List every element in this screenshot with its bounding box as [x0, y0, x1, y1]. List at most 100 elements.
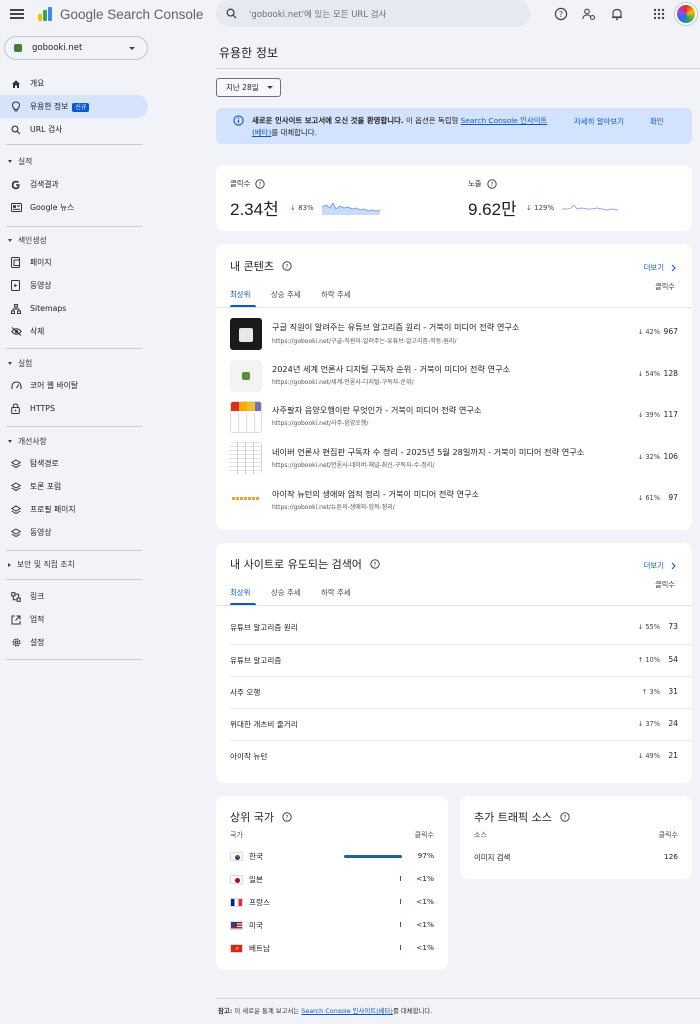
sidebar-item-links[interactable]: 링크 [0, 585, 148, 608]
svg-text:?: ? [285, 263, 288, 270]
sidebar-item-removals[interactable]: 삭제 [0, 320, 148, 343]
help-icon[interactable]: ? [560, 812, 570, 822]
content-clicks: 97 [668, 493, 678, 502]
clicks-share-bar [400, 945, 401, 950]
sidebar-item-settings[interactable]: 설정 [0, 631, 148, 654]
help-icon[interactable]: ? [282, 812, 292, 822]
content-title[interactable]: 2024년 세계 언론사 디지털 구독자 순위 - 거북이 미디어 전략 연구소 [272, 363, 510, 375]
tab-top[interactable]: 최상위 [230, 289, 250, 300]
clicks-column-header: 클릭수 [658, 831, 678, 839]
content-card-title: 내 콘텐츠 ? [230, 258, 292, 274]
sidebar-item-https[interactable]: HTTPS [0, 397, 148, 420]
tab-falling[interactable]: 하락 추세 [321, 289, 351, 300]
arrow-down-icon: ↓ [637, 623, 644, 631]
search-console-logo-icon [38, 6, 54, 22]
tab-top[interactable]: 최상위 [230, 587, 250, 598]
user-settings-icon[interactable] [582, 7, 596, 21]
section-enhancements[interactable]: 개선사항 [8, 436, 47, 447]
sidebar-item-url-inspection[interactable]: URL 검사 [0, 118, 148, 141]
country-name: 한국 [249, 852, 263, 861]
help-icon[interactable]: ? [282, 261, 292, 271]
sidebar-item-google-news[interactable]: Google 뉴스 [0, 196, 148, 219]
sidebar-item-discussion-forum[interactable]: 토론 포럼 [0, 475, 148, 498]
sidebar-item-overview[interactable]: 개요 [0, 72, 148, 95]
help-icon[interactable]: ? [486, 178, 497, 189]
content-title[interactable]: 구글 직원이 알려주는 유튜브 알고리즘 원리 - 거북이 미디어 전략 연구소 [272, 321, 519, 333]
tab-falling[interactable]: 하락 추세 [321, 587, 351, 598]
queries-card: 내 사이트로 유도되는 검색어 ? 더보기 최상위 상승 추세 하락 추세 클릭… [216, 543, 692, 783]
sidebar: gobooki.net [0, 36, 150, 60]
sidebar-item-achievements[interactable]: 업적 [0, 608, 148, 631]
queries-more-link[interactable]: 더보기 [644, 560, 678, 571]
change-value: 32% [645, 453, 660, 461]
sidebar-item-insights[interactable]: 유용한 정보 신규 [0, 95, 148, 118]
country-row: ★ 베트남 [230, 943, 270, 954]
query-text[interactable]: 위대한 개츠비 줄거리 [230, 719, 298, 730]
sidebar-item-sitemaps[interactable]: Sitemaps [0, 297, 148, 320]
sidebar-item-video-pages[interactable]: 동영상 [0, 274, 148, 297]
content-clicks: 128 [663, 369, 679, 378]
tab-rising[interactable]: 상승 추세 [271, 289, 301, 300]
content-change: ↓ 61% [638, 494, 660, 502]
sidebar-item-pages[interactable]: 페이지 [0, 251, 148, 274]
impressions-change: ↓ 129% [526, 204, 554, 212]
section-performance[interactable]: 실적 [8, 156, 32, 167]
footer-divider [216, 998, 700, 999]
flag-graphic [235, 855, 240, 860]
page-icon [11, 257, 20, 268]
learn-more-button[interactable]: 자세히 알아보기 [574, 116, 624, 127]
notifications-icon[interactable] [610, 7, 624, 21]
menu-icon[interactable] [10, 9, 24, 19]
thumbnail-graphic [239, 328, 253, 342]
dismiss-button[interactable]: 확인 [650, 116, 664, 127]
sidebar-item-label: Google 뉴스 [30, 203, 75, 212]
external-icon [11, 615, 21, 624]
sidebar-item-label: HTTPS [30, 404, 55, 413]
svg-text:?: ? [373, 561, 376, 568]
layers-icon [11, 504, 21, 514]
help-icon[interactable]: ? [554, 7, 568, 21]
footer-link[interactable]: Search Console 인사이트(베타) [301, 1007, 393, 1015]
help-icon[interactable]: ? [255, 178, 266, 189]
help-icon[interactable]: ? [370, 559, 380, 569]
url-inspection-search[interactable]: 'gobooki.net'에 있는 모든 URL 검사 [216, 0, 530, 27]
content-thumbnail [230, 360, 262, 392]
clicks-column-header: 클릭수 [655, 282, 675, 291]
content-title[interactable]: 사주팔자 음양오행이란 무엇인가 - 거북이 미디어 전략 연구소 [272, 404, 482, 416]
country-share: <1% [416, 943, 434, 952]
content-title[interactable]: 네이버 언론사 편집판 구독자 수 정리 - 2025년 5월 28일까지 - … [272, 446, 584, 458]
chevron-down-icon [129, 46, 135, 50]
card-title-text: 내 사이트로 유도되는 검색어 [230, 558, 362, 571]
sidebar-item-videos[interactable]: 동영상 [0, 521, 148, 544]
query-text[interactable]: 유튜브 알고리즘 [230, 655, 281, 666]
query-text[interactable]: 유튜브 알고리즘 원리 [230, 622, 298, 633]
account-avatar[interactable] [675, 3, 697, 25]
query-text[interactable]: 아이작 뉴턴 [230, 751, 267, 762]
content-more-link[interactable]: 더보기 [644, 262, 678, 273]
property-selector[interactable]: gobooki.net [4, 36, 148, 60]
footer-prefix: 참고: [218, 1007, 233, 1015]
section-indexing[interactable]: 색인생성 [8, 235, 47, 246]
traffic-sources-card: 추가 트래픽 소스 ? 소스 클릭수 이미지 검색 126 [460, 796, 692, 879]
query-text[interactable]: 사주 오행 [230, 687, 260, 698]
sidebar-item-label: 설정 [30, 638, 45, 647]
sidebar-item-profile-page[interactable]: 프로필 페이지 [0, 498, 148, 521]
change-value: 129% [534, 204, 555, 212]
content-title[interactable]: 아이작 뉴턴의 생애와 업적 정리 - 거북이 미디어 전략 연구소 [272, 488, 479, 500]
content-clicks: 106 [663, 452, 679, 461]
sidebar-item-core-web-vitals[interactable]: 코어 웹 바이탈 [0, 374, 148, 397]
tabs-divider [216, 605, 692, 606]
sidebar-item-breadcrumbs[interactable]: 탐색경로 [0, 452, 148, 475]
sidebar-item-search-results[interactable]: 검색결과 [0, 173, 148, 196]
thumbnail-graphic [231, 413, 261, 432]
section-experience[interactable]: 실험 [8, 358, 32, 369]
apps-grid-icon[interactable] [652, 7, 666, 21]
country-share: <1% [416, 920, 434, 929]
sidebar-item-label: 링크 [30, 592, 45, 601]
section-security[interactable]: 보안 및 직접 조치 [8, 559, 75, 570]
tab-rising[interactable]: 상승 추세 [271, 587, 301, 598]
app-logo[interactable]: Google Search Console [38, 6, 203, 22]
layers-icon [11, 527, 21, 537]
collapse-icon [8, 239, 12, 242]
date-range-filter[interactable]: 지난 28일 [216, 78, 281, 97]
